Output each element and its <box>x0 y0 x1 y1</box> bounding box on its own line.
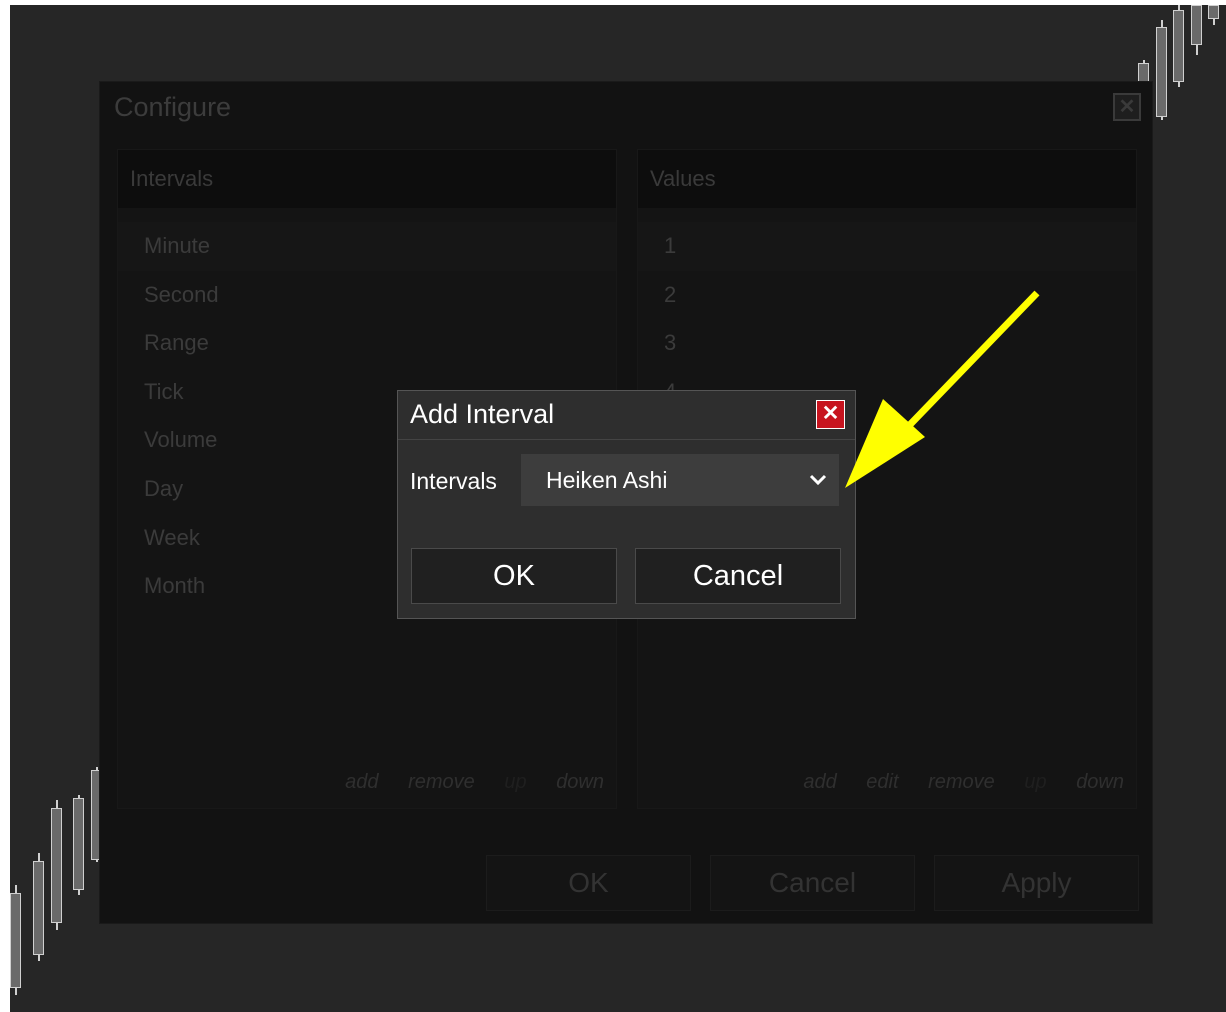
annotation-arrow-icon <box>845 290 1040 488</box>
chart-backdrop: Configure ✕ Intervals Minute Second Rang… <box>10 5 1226 1012</box>
